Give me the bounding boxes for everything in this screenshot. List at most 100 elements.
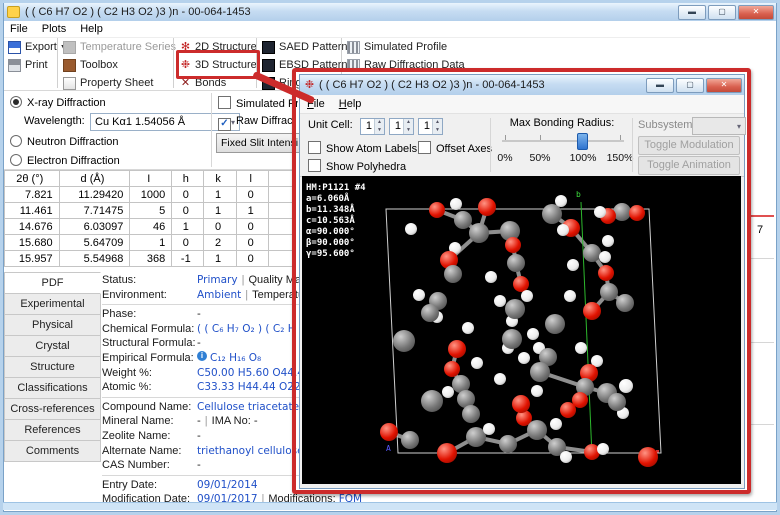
table-row[interactable]: 7.82111.294201000010 <box>5 187 296 203</box>
entry-date-value: 09/01/2014 <box>197 478 258 493</box>
unit-cell-spinner[interactable]: 1▲▼ <box>389 118 414 135</box>
structural-formula-label: Structural Formula: <box>102 336 197 351</box>
table-header[interactable]: k <box>204 171 237 187</box>
table-header[interactable]: h <box>172 171 204 187</box>
table-row[interactable]: 11.4617.714755011 <box>5 203 296 219</box>
table-row[interactable]: 15.9575.54968368-110 <box>5 251 296 267</box>
diffraction-source-panel: X-ray Diffraction Wavelength: Cu Kα1 1.5… <box>4 90 296 170</box>
minimize-button[interactable]: ▬ <box>678 5 706 20</box>
unit-cell-spinner[interactable]: 1▲▼ <box>360 118 385 135</box>
diffraction-table[interactable]: 2θ (°)d (Å)Ihkl7.82111.29420100001011.46… <box>4 170 296 267</box>
slider-tick <box>505 135 506 140</box>
tab-structure[interactable]: Structure <box>4 357 101 378</box>
status-strip <box>3 502 777 510</box>
atom-hydrogen <box>594 206 606 218</box>
table-header[interactable]: I <box>130 171 172 187</box>
spinner-arrows-icon[interactable]: ▲▼ <box>432 119 442 134</box>
atom-oxygen <box>583 302 601 320</box>
atom-oxygen <box>478 198 496 216</box>
atom-oxygen <box>380 423 398 441</box>
offset-axes-checkbox[interactable]: Offset Axes <box>418 141 492 155</box>
unit-cell-spinner[interactable]: 1▲▼ <box>418 118 443 135</box>
saed-pattern-button[interactable]: SAED Pattern <box>262 38 347 56</box>
ima-label: IMA No: <box>212 414 251 429</box>
environment-value: Ambient <box>197 288 241 303</box>
atom-hydrogen <box>494 295 506 307</box>
menu-help[interactable]: Help <box>80 23 103 35</box>
tab-crystal[interactable]: Crystal <box>4 336 101 357</box>
table-cell: 0 <box>236 235 269 251</box>
atom-hydrogen <box>599 251 611 263</box>
table-cell: 1 <box>236 203 269 219</box>
toolbar-separator <box>57 38 58 88</box>
table-cell: 15.957 <box>5 251 60 267</box>
atom-carbon <box>530 362 550 382</box>
zeolite-name-value: - <box>197 429 201 444</box>
tab-physical[interactable]: Physical <box>4 315 101 336</box>
tab-classifications[interactable]: Classifications <box>4 378 101 399</box>
tab-experimental[interactable]: Experimental <box>4 294 101 315</box>
viewer-close-button[interactable]: ✕ <box>706 78 742 93</box>
table-cell: 1 <box>204 203 237 219</box>
tab-pdf[interactable]: PDF <box>4 272 101 294</box>
right-strip-line <box>748 342 774 343</box>
table-row[interactable]: 14.6766.0309746100 <box>5 219 296 235</box>
annotation-box-3d-structure <box>176 50 260 79</box>
mineral-name-label: Mineral Name: <box>102 414 197 429</box>
tab-references[interactable]: References <box>4 420 101 441</box>
neutron-radio[interactable]: Neutron Diffraction <box>10 135 119 148</box>
show-polyhedra-checkbox[interactable]: Show Polyhedra <box>308 159 406 173</box>
raw-diffraction-checkbox[interactable]: ✓Raw Diffrac <box>218 115 298 131</box>
atom-hydrogen <box>471 357 483 369</box>
simulated-profile-button[interactable]: Simulated Profile <box>347 38 465 56</box>
tab-cross-references[interactable]: Cross-references <box>4 399 101 420</box>
xray-radio[interactable]: X-ray Diffraction <box>10 96 106 109</box>
viewer-minimize-button[interactable]: ▬ <box>646 78 674 93</box>
axis-b-label: b <box>576 190 581 199</box>
toolbox-button[interactable]: Toolbox <box>63 56 176 74</box>
info-icon[interactable]: i <box>197 351 207 361</box>
viewer-window-title: ( ( C6 H7 O2 ) ( C2 H3 O2 )3 )n - 00-064… <box>319 79 545 91</box>
atom-hydrogen <box>413 289 425 301</box>
unit-cell-spinners[interactable]: 1▲▼1▲▼1▲▼ <box>360 118 447 135</box>
structure-3d-viewport[interactable]: HM:P1121 #4a=6.060Åb=11.348Åc=10.563Åα=9… <box>302 176 741 484</box>
simulated-profile-checkbox[interactable]: Simulated Prof <box>218 96 298 110</box>
toggle-animation-button: Toggle Animation <box>638 156 740 175</box>
maximize-button[interactable]: ▢ <box>708 5 736 20</box>
viewer-maximize-button[interactable]: ▢ <box>676 78 704 93</box>
atom-carbon <box>401 431 419 449</box>
electron-radio[interactable]: Electron Diffraction <box>10 154 120 167</box>
tab-comments[interactable]: Comments <box>4 441 101 462</box>
3d-structure-icon: ❉ <box>304 80 315 91</box>
table-header[interactable]: l <box>236 171 269 187</box>
close-button[interactable]: ✕ <box>738 5 774 20</box>
compound-name-label: Compound Name: <box>102 400 197 415</box>
table-row[interactable]: 15.6805.647091020 <box>5 235 296 251</box>
divider <box>102 397 302 398</box>
table-header[interactable]: 2θ (°) <box>5 171 60 187</box>
max-bonding-slider-track[interactable] <box>502 140 624 142</box>
chemical-formula-value: ( ( C₆ H₇ O₂ ) ( C₂ H <box>197 322 296 337</box>
menu-plots[interactable]: Plots <box>42 23 66 35</box>
saed-pattern-icon <box>262 41 275 54</box>
entry-info-panel: Status:Primary|Quality Ma Environment:Am… <box>102 273 302 507</box>
alternate-name-label: Alternate Name: <box>102 444 197 459</box>
controls-separator <box>632 118 633 172</box>
spinner-arrows-icon[interactable]: ▲▼ <box>403 119 413 134</box>
atom-carbon <box>421 390 443 412</box>
table-header[interactable]: d (Å) <box>59 171 130 187</box>
temperature-series-button: Temperature Series <box>63 38 176 56</box>
table-cell: 6.03097 <box>59 219 130 235</box>
max-bonding-slider-thumb[interactable] <box>577 133 588 150</box>
viewer-menu-help[interactable]: Help <box>339 98 362 110</box>
show-atom-labels-checkbox[interactable]: Show Atom Labels <box>308 141 417 155</box>
atom-carbon <box>469 223 489 243</box>
main-titlebar: ( ( C6 H7 O2 ) ( C2 H3 O2 )3 )n - 00-064… <box>4 3 776 21</box>
table-cell: 7.821 <box>5 187 60 203</box>
spinner-arrows-icon[interactable]: ▲▼ <box>374 119 384 134</box>
atom-oxygen <box>448 340 466 358</box>
radio-icon <box>10 96 22 108</box>
menu-file[interactable]: File <box>10 23 28 35</box>
table-cell: 5.54968 <box>59 251 130 267</box>
atom-hydrogen <box>531 385 543 397</box>
